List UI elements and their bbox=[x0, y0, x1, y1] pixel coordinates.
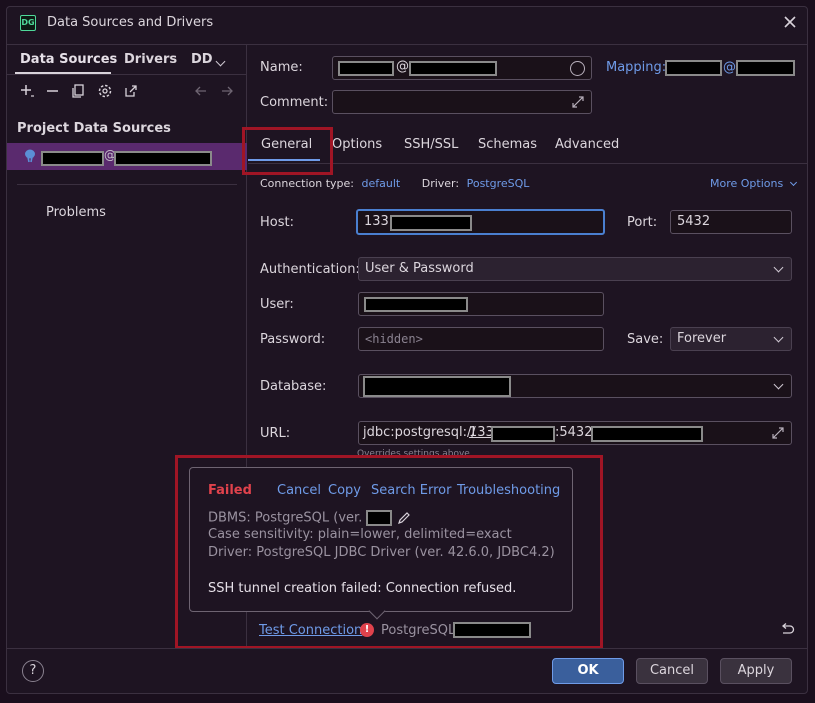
mapping-label[interactable]: Mapping: bbox=[606, 60, 666, 75]
host-field[interactable]: 133. bbox=[356, 209, 605, 235]
mapping-at: @ bbox=[723, 60, 736, 75]
redacted-user bbox=[364, 297, 468, 312]
left-divider bbox=[17, 184, 237, 185]
add-icon[interactable] bbox=[19, 83, 35, 103]
redacted-name-part bbox=[338, 61, 394, 76]
cancel-button[interactable]: Cancel bbox=[636, 658, 708, 684]
conn-type-value[interactable]: default bbox=[362, 177, 401, 190]
problems-item[interactable]: Problems bbox=[46, 205, 106, 220]
copy-icon[interactable] bbox=[71, 83, 87, 103]
chevron-down-icon bbox=[789, 178, 797, 187]
chevron-down-icon bbox=[773, 332, 784, 343]
url-prefix: jdbc:postgresql:// bbox=[363, 425, 476, 440]
ok-button[interactable]: OK bbox=[552, 658, 624, 684]
color-circle-icon[interactable] bbox=[570, 61, 585, 76]
apply-button[interactable]: Apply bbox=[720, 658, 792, 684]
tab-ddl[interactable]: DD bbox=[191, 52, 213, 67]
tab-drivers[interactable]: Drivers bbox=[124, 52, 177, 67]
project-data-sources-title: Project Data Sources bbox=[17, 121, 171, 136]
redacted-host-value bbox=[390, 215, 472, 231]
host-value: 133. bbox=[364, 214, 393, 229]
remove-icon[interactable] bbox=[45, 83, 61, 103]
save-label: Save: bbox=[627, 332, 664, 347]
tab-schemas[interactable]: Schemas bbox=[478, 137, 537, 152]
driver-value[interactable]: PostgreSQL bbox=[467, 177, 530, 190]
redacted-url-host bbox=[491, 426, 555, 442]
database-field[interactable] bbox=[358, 374, 792, 398]
highlight-frame-general bbox=[242, 127, 333, 175]
expand-icon[interactable] bbox=[771, 426, 785, 444]
tab-ssh-ssl[interactable]: SSH/SSL bbox=[404, 137, 458, 152]
more-options-label: More Options bbox=[710, 177, 784, 190]
comment-field[interactable] bbox=[332, 90, 592, 114]
tab-data-sources[interactable]: Data Sources bbox=[20, 52, 117, 67]
password-field[interactable]: <hidden> bbox=[358, 327, 604, 351]
revert-icon[interactable] bbox=[779, 622, 795, 642]
save-select[interactable]: Forever bbox=[670, 327, 792, 351]
chevron-down-icon bbox=[773, 262, 784, 273]
database-label: Database: bbox=[260, 379, 327, 394]
conn-type-label: Connection type: bbox=[260, 177, 355, 190]
tab-options[interactable]: Options bbox=[332, 137, 382, 152]
port-value: 5432 bbox=[677, 214, 711, 229]
name-label: Name: bbox=[260, 60, 303, 75]
left-tabs-divider bbox=[7, 74, 247, 75]
user-label: User: bbox=[260, 297, 294, 312]
user-field[interactable] bbox=[358, 292, 604, 316]
auth-label: Authentication: bbox=[260, 262, 360, 277]
auth-value: User & Password bbox=[365, 261, 474, 276]
connection-type-row: Connection type: default Driver: Postgre… bbox=[260, 177, 529, 190]
app-logo: DG bbox=[20, 15, 36, 31]
chevron-down-icon[interactable] bbox=[215, 54, 226, 69]
forward-arrow-icon[interactable] bbox=[219, 83, 235, 103]
name-field[interactable]: @ bbox=[332, 56, 592, 80]
password-label: Password: bbox=[260, 332, 326, 347]
redacted-mapping-host bbox=[736, 60, 795, 76]
help-button[interactable]: ? bbox=[22, 660, 44, 682]
settings-icon[interactable] bbox=[97, 83, 113, 103]
back-arrow-icon[interactable] bbox=[193, 83, 209, 103]
expand-icon[interactable] bbox=[571, 95, 585, 113]
url-label: URL: bbox=[260, 426, 291, 441]
highlight-frame-popup bbox=[175, 455, 603, 649]
driver-label: Driver: bbox=[421, 177, 460, 190]
host-label: Host: bbox=[260, 215, 294, 230]
redacted-url-db bbox=[591, 426, 703, 442]
password-placeholder: <hidden> bbox=[365, 332, 423, 346]
port-field[interactable]: 5432 bbox=[670, 210, 792, 234]
close-icon[interactable] bbox=[782, 14, 798, 30]
redacted-host-part bbox=[409, 61, 497, 76]
port-label: Port: bbox=[627, 215, 658, 230]
url-field[interactable]: jdbc:postgresql:// 133 :5432/ bbox=[358, 421, 792, 445]
window-title: Data Sources and Drivers bbox=[47, 15, 214, 30]
comment-label: Comment: bbox=[260, 95, 329, 110]
postgres-icon bbox=[24, 149, 36, 163]
redacted-host bbox=[114, 151, 212, 166]
auth-select[interactable]: User & Password bbox=[358, 257, 792, 281]
more-options-link[interactable]: More Options bbox=[710, 177, 797, 190]
redacted-mapping-user bbox=[665, 60, 722, 76]
redacted-name bbox=[41, 151, 104, 166]
data-source-item[interactable]: @ bbox=[7, 143, 247, 170]
redacted-database bbox=[363, 376, 511, 397]
name-at: @ bbox=[396, 59, 409, 74]
save-value: Forever bbox=[677, 331, 727, 346]
tab-advanced[interactable]: Advanced bbox=[555, 137, 619, 152]
chevron-down-icon[interactable] bbox=[773, 379, 784, 390]
footer-divider bbox=[7, 648, 807, 649]
export-icon[interactable] bbox=[123, 83, 139, 103]
